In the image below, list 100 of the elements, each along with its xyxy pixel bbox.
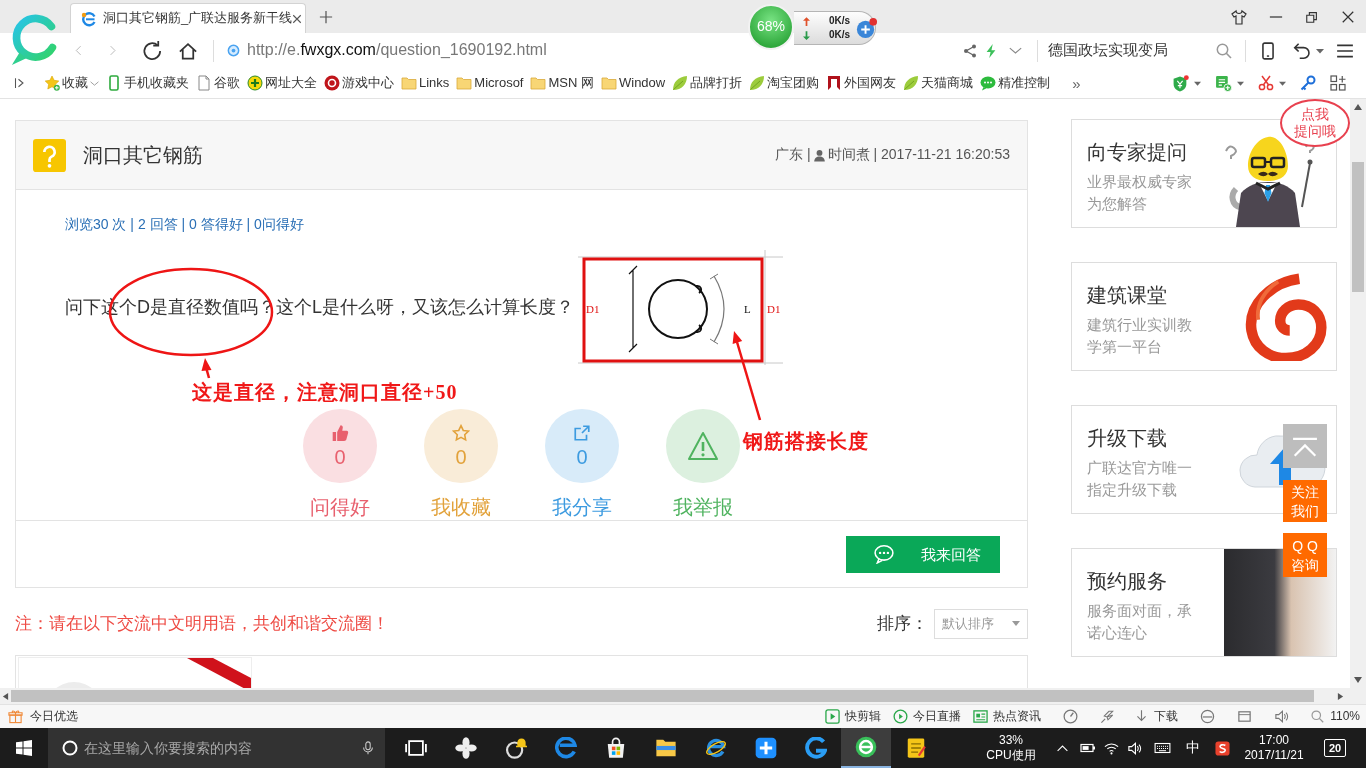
download-icon — [1135, 709, 1149, 724]
bookmark-link[interactable]: 精准控制 — [980, 73, 1051, 93]
scroll-down-icon[interactable] — [1354, 676, 1362, 684]
browser-mode-icon[interactable] — [1200, 709, 1216, 724]
pin-icon[interactable] — [1100, 709, 1116, 724]
share-icon[interactable] — [962, 42, 978, 59]
bookmark-link[interactable]: MSN 网 — [530, 73, 594, 93]
scissors-icon[interactable] — [1258, 75, 1274, 91]
speech-bubble[interactable]: 点我 提问哦 — [1280, 99, 1350, 147]
bookmark-link[interactable]: Links — [401, 73, 450, 93]
close-tab-icon[interactable] — [292, 13, 303, 24]
bookmark-link[interactable]: 天猫商城 — [903, 73, 974, 93]
search-field[interactable]: 德国政坛实现变局 — [1048, 38, 1208, 63]
search-icon[interactable] — [1216, 42, 1232, 59]
caret-icon[interactable] — [1237, 79, 1244, 87]
microphone-icon[interactable] — [361, 740, 375, 756]
input-method-logo-icon[interactable] — [1215, 740, 1230, 756]
bookmark-link[interactable]: 外国网友 — [826, 73, 897, 93]
question-region: 广东 | — [775, 145, 811, 165]
reload-icon[interactable] — [142, 40, 162, 61]
network-speed-panel[interactable]: 0K/s 0K/s — [794, 11, 876, 45]
new-tab-icon[interactable] — [319, 9, 333, 24]
scroll-right-icon[interactable] — [1337, 692, 1344, 700]
vertical-scrollbar[interactable] — [1350, 99, 1366, 688]
bookmark-link[interactable]: 淘宝团购 — [749, 73, 820, 93]
question-stats[interactable]: 浏览30 次 | 2 回答 | 0 答得好 | 0问得好 — [65, 214, 304, 234]
bookmark-link[interactable]: 网址大全 — [247, 73, 317, 93]
folder-icon — [456, 75, 473, 91]
input-method-indicator[interactable]: 中 — [1186, 738, 1200, 758]
scrollbar-thumb[interactable] — [11, 690, 1314, 702]
taskbar-search-field[interactable]: 在这里输入你要搜索的内容 — [48, 728, 385, 768]
download-link[interactable]: 下载 — [1135, 708, 1179, 725]
chevron-up-icon — [1292, 437, 1318, 457]
page-icon — [196, 75, 212, 91]
key-icon[interactable] — [1300, 75, 1316, 91]
pinwheel-icon — [455, 737, 477, 759]
ring-logo-icon — [324, 75, 340, 91]
bookmark-link[interactable]: 手机收藏夹 — [106, 73, 189, 93]
swirl-icon — [805, 737, 827, 759]
keyboard-icon[interactable] — [1154, 740, 1171, 756]
status-bar-link[interactable]: 热点资讯 — [973, 708, 1042, 725]
browser-icon — [555, 737, 577, 759]
bookmark-link[interactable]: 游戏中心 — [324, 73, 394, 93]
promo-title: 升级下载 — [1087, 426, 1168, 451]
upload-speed: 0K/s — [827, 14, 850, 28]
dimension-label: D1 — [586, 303, 600, 315]
question-mark-icon — [33, 138, 66, 172]
browser-icon — [855, 736, 877, 758]
status-bar-link[interactable]: 快剪辑 — [825, 708, 882, 725]
zoom-control[interactable]: 110% — [1311, 708, 1360, 725]
site-icon[interactable] — [226, 43, 241, 58]
share-icon — [573, 423, 591, 442]
bookmark-link[interactable]: 谷歌 — [196, 73, 240, 93]
leaf-icon — [672, 75, 689, 91]
folder-icon — [655, 737, 677, 759]
add-icon[interactable] — [855, 16, 878, 40]
clock-date[interactable]: 2017/11/21 — [1240, 748, 1308, 763]
more-bookmarks-link[interactable]: » — [1072, 72, 1081, 94]
clock-time[interactable]: 17:00 — [1240, 733, 1308, 748]
caret-icon[interactable] — [1316, 46, 1324, 55]
shirt-icon[interactable] — [1231, 8, 1247, 25]
restore-icon[interactable] — [1305, 9, 1319, 24]
window-icon[interactable] — [1237, 709, 1253, 724]
sidebar-toggle-icon[interactable] — [14, 76, 26, 90]
star-plus-icon — [44, 75, 60, 91]
cpu-percent: 33% — [998, 733, 1024, 748]
download-arrow-icon — [803, 30, 810, 40]
status-bar-link[interactable]: 今日优选 — [8, 708, 78, 725]
bookmark-link[interactable]: 品牌打折 — [672, 73, 743, 93]
bookmark-link[interactable]: 收藏 — [44, 73, 99, 93]
volume-icon[interactable] — [1127, 740, 1142, 756]
notification-button[interactable]: 20 — [1324, 739, 1346, 757]
address-field[interactable]: http://e.fwxgx.com/question_1690192.html — [226, 36, 547, 65]
promo-card[interactable]: 建筑课堂 建筑行业实训教学第一平台 — [1071, 262, 1337, 371]
folder-icon — [601, 75, 617, 91]
download-speed: 0K/s — [827, 28, 850, 42]
browser-icon — [705, 737, 727, 759]
status-bar-link[interactable]: 今日直播 — [893, 708, 962, 725]
dimension-label: L — [744, 303, 751, 315]
horizontal-scrollbar[interactable] — [0, 688, 1366, 704]
gauge-icon[interactable] — [1063, 709, 1079, 724]
scroll-left-icon[interactable] — [2, 692, 9, 700]
wifi-icon[interactable] — [1104, 740, 1119, 756]
bookmark-link[interactable]: Window — [601, 73, 666, 93]
scrollbar-thumb[interactable] — [1352, 162, 1364, 292]
shield-icon[interactable] — [1172, 74, 1189, 92]
question-title: 洞口其它钢筋 — [83, 143, 203, 168]
caret-icon[interactable] — [1279, 79, 1286, 87]
browser-tab[interactable]: 洞口其它钢筋_广联达服务新干线 — [70, 3, 306, 33]
undo-icon[interactable] — [1293, 41, 1311, 60]
promo-subtitle: 服务面对面，承诺心连心 — [1087, 601, 1193, 643]
scroll-up-icon[interactable] — [1354, 103, 1362, 111]
home-icon[interactable] — [178, 40, 198, 61]
caret-icon[interactable] — [1194, 79, 1201, 87]
note-plus-icon[interactable] — [1215, 74, 1232, 92]
taskbar-app-button[interactable] — [841, 728, 891, 768]
grid-icon[interactable] — [1330, 75, 1346, 91]
tablet-icon[interactable] — [1259, 40, 1277, 61]
bookmark-link[interactable]: Microsof — [456, 73, 524, 93]
close-icon[interactable] — [1341, 9, 1355, 24]
